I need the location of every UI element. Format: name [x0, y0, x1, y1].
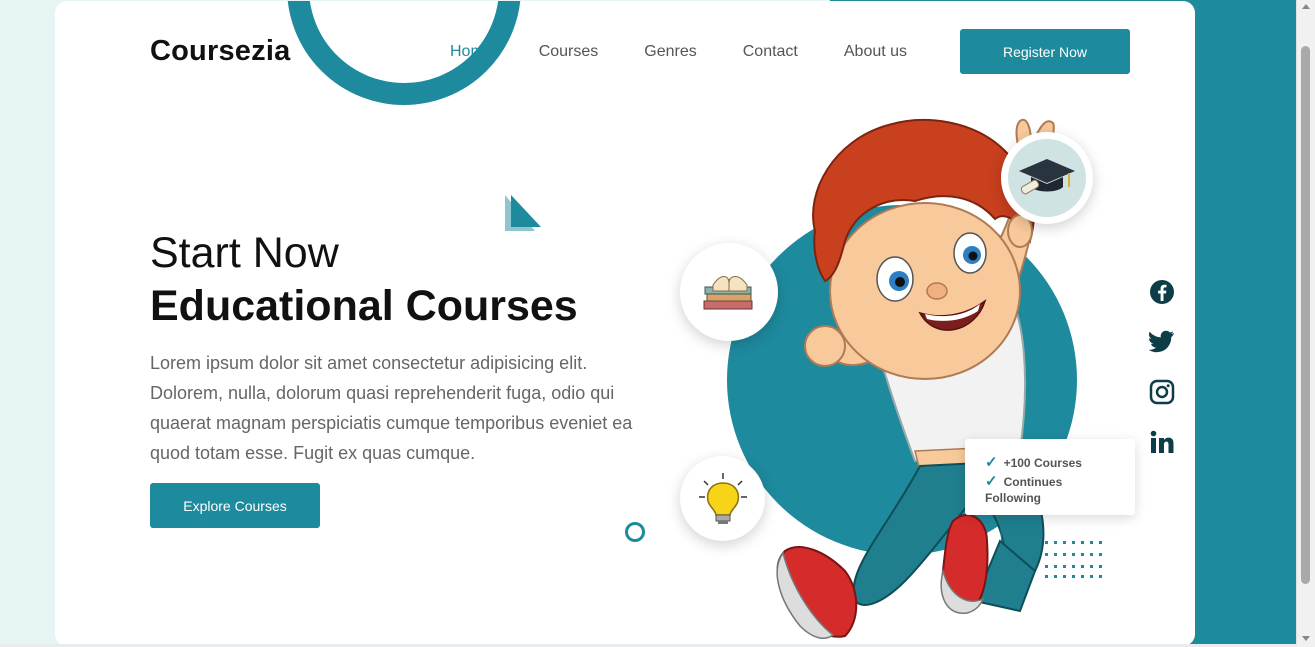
books-badge	[680, 243, 778, 341]
instagram-icon[interactable]	[1149, 379, 1175, 410]
triangle-decoration	[505, 195, 541, 231]
check-icon: ✓	[985, 473, 998, 490]
course-stats-card: ✓ +100 Courses ✓ Continues Following	[965, 439, 1135, 515]
graduation-badge	[1001, 132, 1093, 224]
stat-following: Following	[985, 491, 1041, 505]
dot-grid-decoration	[1045, 541, 1102, 578]
lightbulb-icon	[698, 472, 747, 524]
scroll-down-arrow-icon[interactable]	[1302, 636, 1310, 641]
scroll-up-arrow-icon[interactable]	[1302, 4, 1310, 9]
check-icon: ✓	[985, 454, 998, 471]
small-ring-decoration	[625, 522, 645, 542]
hero-title-bold: Educational Courses	[150, 282, 578, 330]
idea-badge	[680, 456, 765, 541]
stat-continues: Continues	[1003, 475, 1063, 489]
main-nav: Home Courses Genres Contact About us	[450, 43, 953, 61]
hero-card: Coursezia Home Courses Genres Contact Ab…	[55, 1, 1195, 646]
twitter-icon[interactable]	[1148, 329, 1175, 358]
scrollbar-thumb[interactable]	[1301, 46, 1310, 584]
nav-about-us[interactable]: About us	[844, 43, 907, 61]
linkedin-icon[interactable]	[1149, 429, 1175, 460]
stat-courses: +100 Courses	[1003, 456, 1082, 470]
hero-title-light: Start Now	[150, 229, 339, 277]
hero-description: Lorem ipsum dolor sit amet consectetur a…	[150, 353, 633, 463]
nav-home[interactable]: Home	[450, 43, 493, 61]
page-scrollbar[interactable]	[1296, 0, 1315, 647]
register-button[interactable]: Register Now	[960, 29, 1130, 74]
books-icon	[703, 276, 753, 310]
explore-courses-button[interactable]: Explore Courses	[150, 483, 320, 528]
facebook-icon[interactable]	[1149, 279, 1175, 310]
brand-logo[interactable]: Coursezia	[150, 35, 290, 68]
nav-courses[interactable]: Courses	[539, 43, 599, 61]
graduation-cap-icon	[1019, 159, 1075, 195]
nav-contact[interactable]: Contact	[743, 43, 798, 61]
nav-genres[interactable]: Genres	[644, 43, 696, 61]
